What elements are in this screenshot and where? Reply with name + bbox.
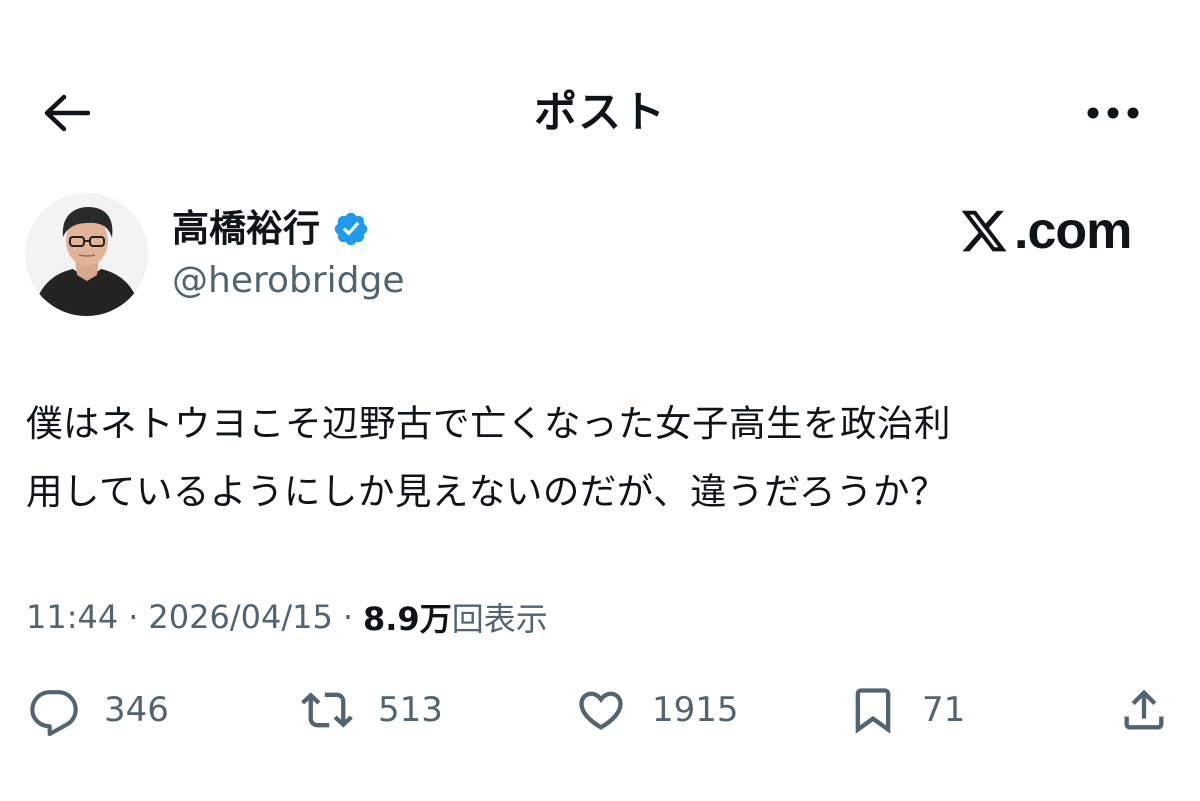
- site-domain-text: .com: [1014, 202, 1132, 260]
- post-date[interactable]: 2026/04/15: [148, 598, 332, 636]
- post-time[interactable]: 11:44: [26, 598, 118, 636]
- action-bar: 346 513 1915 71: [0, 680, 1200, 740]
- repost-count: 513: [378, 690, 443, 730]
- like-button[interactable]: 1915: [572, 680, 739, 740]
- repost-icon: [301, 692, 353, 728]
- author-handle[interactable]: @herobridge: [172, 256, 405, 306]
- bookmark-button[interactable]: 71: [846, 680, 965, 740]
- like-count: 1915: [652, 690, 739, 730]
- author-display-name[interactable]: 高橋裕行: [172, 203, 320, 255]
- post-meta: 11:44 · 2026/04/15 · 8.9万 回表示: [26, 592, 548, 642]
- share-button[interactable]: [1116, 680, 1172, 740]
- repost-button[interactable]: 513: [298, 680, 443, 740]
- x-logo: .com: [958, 200, 1132, 262]
- bookmark-icon: [855, 688, 891, 734]
- share-icon: [1124, 689, 1164, 730]
- heart-icon: [579, 691, 623, 730]
- more-options-button[interactable]: [1068, 82, 1158, 144]
- views-label[interactable]: 回表示: [452, 594, 548, 640]
- page-title: ポスト: [534, 88, 666, 138]
- bookmark-count: 71: [922, 690, 966, 730]
- reply-count: 346: [104, 690, 169, 730]
- avatar-image: [25, 193, 148, 316]
- more-horizontal-icon: [1087, 107, 1139, 119]
- top-bar: ポスト: [0, 62, 1200, 162]
- meta-separator: ·: [128, 598, 139, 636]
- x-logo-icon: [961, 210, 1007, 252]
- reply-icon: [30, 690, 78, 736]
- meta-separator: ·: [342, 598, 353, 636]
- avatar[interactable]: [25, 193, 148, 316]
- author-name-row[interactable]: 高橋裕行: [172, 203, 370, 255]
- post-text: 僕はネトウヨこそ辺野古で亡くなった女子高生を政治利 用しているようにしか見えない…: [26, 402, 951, 513]
- verified-badge-icon: [332, 210, 370, 248]
- views-count[interactable]: 8.9万: [363, 594, 452, 640]
- reply-button[interactable]: 346: [26, 680, 169, 740]
